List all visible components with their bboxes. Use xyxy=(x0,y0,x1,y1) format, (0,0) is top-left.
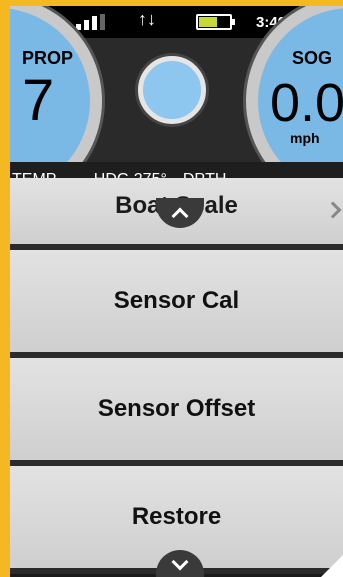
center-dial[interactable] xyxy=(138,56,206,124)
chevron-up-icon xyxy=(171,207,189,225)
menu-item-sensor-cal[interactable]: Sensor Cal xyxy=(10,250,343,358)
device-screen: 2e ↑↓ 3:40 PM PROP 7 SOG 0.0 mph TEMP---… xyxy=(10,6,343,577)
menu-item-label: Restore xyxy=(131,503,222,530)
sog-value: 0.0 xyxy=(270,73,343,133)
prop-value: 7 xyxy=(22,68,55,133)
sog-label: SOG xyxy=(292,48,333,68)
battery-icon xyxy=(196,14,235,30)
device-frame: 2e ↑↓ 3:40 PM PROP 7 SOG 0.0 mph TEMP---… xyxy=(0,0,343,577)
sog-unit: mph xyxy=(290,130,320,146)
prop-label: PROP xyxy=(22,48,74,68)
menu-item-sensor-offset[interactable]: Sensor Offset xyxy=(10,358,343,466)
gauge-strip: PROP 7 SOG 0.0 mph xyxy=(10,6,343,206)
chevron-right-icon xyxy=(324,201,342,219)
data-transfer-icon: ↑↓ xyxy=(138,9,156,29)
chevron-down-icon xyxy=(171,553,189,571)
menu-item-label: Sensor Offset xyxy=(97,395,256,422)
corner-notch xyxy=(321,555,343,577)
signal-bars-icon xyxy=(76,14,105,30)
menu-item-label: Sensor Cal xyxy=(113,287,240,314)
menu-list: Boat Scale Sensor Cal Sensor Offset Rest… xyxy=(10,178,343,577)
